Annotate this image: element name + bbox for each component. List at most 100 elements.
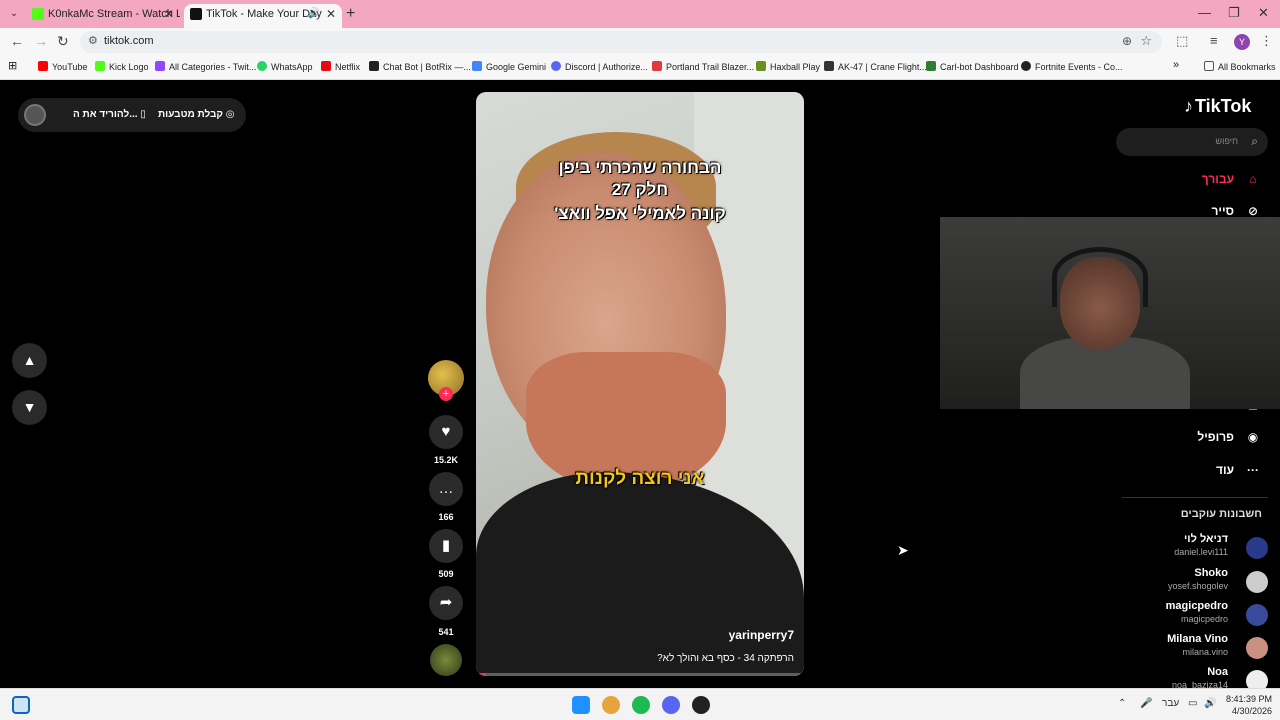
search-icon[interactable]: ⌕: [1251, 134, 1258, 149]
tab-kick-stream[interactable]: K0nkaMc Stream - Watch Live o ✕: [26, 4, 180, 28]
following-account[interactable]: magicpedro magicpedro: [1118, 600, 1268, 630]
comment-button[interactable]: …: [429, 472, 463, 506]
network-icon[interactable]: ▭: [1188, 698, 1197, 709]
subtitle-text: אני רוצה לקנות: [575, 468, 705, 489]
bookmark-haxball[interactable]: Haxball Play: [756, 61, 820, 72]
close-icon[interactable]: ✕: [164, 4, 174, 24]
zoom-icon[interactable]: ⊕: [1122, 34, 1132, 48]
profile-avatar[interactable]: Y: [1234, 34, 1250, 50]
following-account[interactable]: Noa noa_baziza14: [1118, 666, 1268, 688]
comment-icon: …: [438, 480, 454, 497]
heart-icon: ♥: [441, 423, 451, 440]
tab-title: TikTok - Make Your Day: [206, 8, 322, 20]
bookmark-label: Haxball Play: [770, 62, 821, 72]
more-bookmarks-icon[interactable]: »: [1173, 59, 1179, 71]
get-coins-label: קבלת מטבעות: [158, 109, 223, 120]
music-disc-icon[interactable]: [430, 644, 462, 676]
tiktok-page: להוריד את ה... ▯ קבלת מטבעות ◎ ▲ ▼ + ♥ 1…: [0, 80, 1280, 688]
address-bar[interactable]: ⚙ tiktok.com ⊕ ☆: [80, 31, 1162, 53]
forward-button[interactable]: →: [34, 33, 48, 49]
webcam-overlay: [940, 217, 1280, 409]
avatar: [1246, 604, 1268, 626]
botrix-icon: [369, 61, 379, 71]
bookmark-gemini[interactable]: Google Gemini: [472, 61, 546, 72]
new-tab-button[interactable]: +: [346, 5, 355, 23]
spotify-icon[interactable]: [632, 696, 650, 714]
minimize-button[interactable]: —: [1198, 5, 1211, 20]
apps-grid-icon[interactable]: ⊞: [8, 59, 17, 72]
browser-toolbar: ← → ↻ ⚙ tiktok.com ⊕ ☆ ⬚ ≡ Y ⋮: [0, 28, 1280, 56]
discord-icon[interactable]: [662, 696, 680, 714]
youtube-icon: [38, 61, 48, 71]
nav-profile[interactable]: ◉ פרופיל: [1197, 430, 1262, 444]
bookmark-ak47[interactable]: AK-47 | Crane Flight...: [824, 61, 927, 72]
language-indicator[interactable]: עבר: [1162, 698, 1179, 709]
back-button[interactable]: ←: [10, 33, 24, 49]
chrome-menu-icon[interactable]: ⋮: [1260, 33, 1273, 49]
tray-overflow-icon[interactable]: ⌃: [1118, 698, 1126, 709]
bookmark-youtube[interactable]: YouTube: [38, 61, 87, 72]
nav-more[interactable]: ··· עוד: [1216, 463, 1262, 477]
volume-icon[interactable]: 🔊: [1204, 698, 1216, 709]
bookmark-label: Kick Logo: [109, 62, 149, 72]
following-account[interactable]: Milana Vino milana.vino: [1118, 633, 1268, 663]
bookmark-discord[interactable]: Discord | Authorize...: [551, 61, 648, 72]
tiktok-logo[interactable]: ♪ TikTok: [1184, 96, 1251, 117]
media-control-icon[interactable]: ≡: [1210, 33, 1218, 48]
folder-icon: [1204, 61, 1214, 71]
reload-button[interactable]: ↻: [57, 33, 69, 50]
like-button[interactable]: ♥: [429, 415, 463, 449]
previous-video-button[interactable]: ▲: [12, 343, 47, 378]
avatar: [1246, 537, 1268, 559]
bookmarks-bar: ⊞ YouTube Kick Logo All Categories - Twi…: [0, 56, 1280, 80]
share-button[interactable]: ➦: [429, 586, 463, 620]
video-progress-bar[interactable]: [476, 673, 804, 676]
bookmark-botrix[interactable]: Chat Bot | BotRix —...: [369, 61, 471, 72]
site-info-icon[interactable]: ⚙: [88, 34, 98, 47]
video-player[interactable]: הבחורה שהכרתי ביפן חלק 27 קונה לאמילי אפ…: [476, 92, 804, 676]
bookmark-whatsapp[interactable]: WhatsApp: [257, 61, 313, 72]
save-count: 509: [438, 569, 454, 579]
tab-search-button[interactable]: ⌄: [6, 6, 22, 22]
bookmark-kick[interactable]: Kick Logo: [95, 61, 149, 72]
avatar: [1246, 571, 1268, 593]
window-close-button[interactable]: ✕: [1258, 5, 1269, 21]
restore-button[interactable]: ❐: [1228, 5, 1240, 21]
bookmark-label: Discord | Authorize...: [565, 62, 648, 72]
download-app-button[interactable]: להוריד את ה... ▯: [73, 109, 146, 120]
headset-icon: [1052, 247, 1148, 307]
browser-tab-strip: ⌄ K0nkaMc Stream - Watch Live o ✕ TikTok…: [0, 0, 1280, 28]
extensions-icon[interactable]: ⬚: [1176, 33, 1188, 49]
windows-start-icon[interactable]: [572, 696, 590, 714]
avatar[interactable]: [24, 104, 46, 126]
bookmark-label: AK-47 | Crane Flight...: [838, 62, 927, 72]
bookmark-trail-blazers[interactable]: Portland Trail Blazer...: [652, 61, 754, 72]
bookmark-label: All Bookmarks: [1218, 62, 1276, 72]
sidebar-divider: [1122, 497, 1268, 498]
close-icon[interactable]: ✕: [326, 4, 336, 24]
microphone-icon[interactable]: 🎤: [1140, 698, 1152, 709]
next-video-button[interactable]: ▼: [12, 390, 47, 425]
bookmark-carl-bot[interactable]: Carl-bot Dashboard: [926, 61, 1019, 72]
bookmark-star-icon[interactable]: ☆: [1140, 33, 1152, 49]
all-bookmarks-folder[interactable]: All Bookmarks: [1204, 61, 1276, 72]
save-button[interactable]: ▮: [429, 529, 463, 563]
bookmark-fortnite[interactable]: Fortnite Events - Co...: [1021, 61, 1123, 72]
nav-explore[interactable]: ⊘ סייר: [1211, 204, 1262, 218]
app-icon[interactable]: [692, 696, 710, 714]
bookmark-netflix[interactable]: Netflix: [321, 61, 360, 72]
tab-tiktok[interactable]: TikTok - Make Your Day 🔊 ✕: [184, 4, 342, 28]
get-coins-button[interactable]: קבלת מטבעות ◎: [158, 109, 234, 120]
bookmark-twitch[interactable]: All Categories - Twit...: [155, 61, 256, 72]
chrome-icon[interactable]: [602, 696, 620, 714]
following-account[interactable]: דניאל לוי daniel.levi111: [1118, 533, 1268, 563]
search-input[interactable]: חיפוש ⌕: [1116, 128, 1268, 156]
follow-plus-icon[interactable]: +: [439, 387, 453, 401]
taskbar-clock[interactable]: 8:41:39 PM 4/30/2026: [1216, 693, 1272, 717]
video-username[interactable]: yarinperry7: [729, 628, 794, 642]
widgets-icon[interactable]: [12, 696, 30, 714]
speaker-icon[interactable]: 🔊: [308, 4, 320, 24]
following-account[interactable]: Shoko yosef.shogolev: [1118, 567, 1268, 597]
phone-icon: ▯: [140, 109, 146, 120]
nav-for-you[interactable]: ⌂ עבורך: [1202, 172, 1262, 186]
